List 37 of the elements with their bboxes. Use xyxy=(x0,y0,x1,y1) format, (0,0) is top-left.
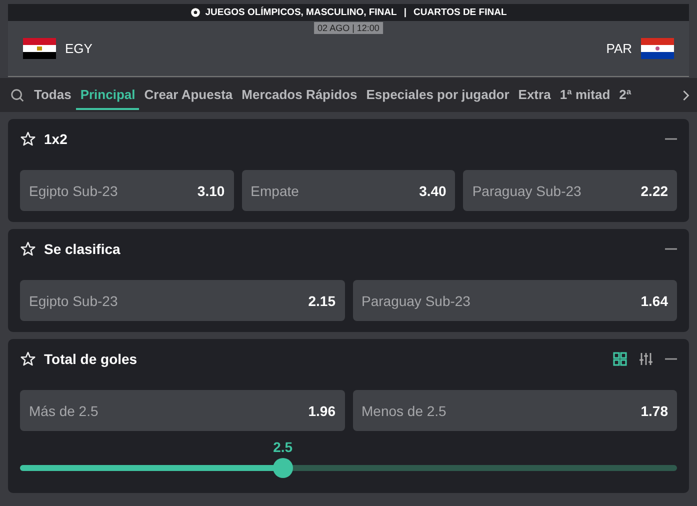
market-tab[interactable]: Crear Apuesta xyxy=(140,80,237,110)
star-icon[interactable] xyxy=(20,350,36,366)
slider-handle[interactable] xyxy=(272,458,293,478)
home-team: EGY xyxy=(65,41,92,56)
market-tab[interactable]: Principal xyxy=(76,80,140,110)
odds-button[interactable]: Paraguay Sub-23 2.22 xyxy=(463,170,678,211)
odds-button[interactable]: Menos de 2.5 1.78 xyxy=(352,390,677,431)
flag-icon xyxy=(23,38,56,59)
odds-button[interactable]: Egipto Sub-23 2.15 xyxy=(20,280,344,321)
flag-icon xyxy=(641,38,674,59)
market-tab[interactable]: Todas xyxy=(30,80,76,110)
match-datetime: 02 AGO | 12:00 xyxy=(314,22,384,34)
market-tab[interactable]: Especiales por jugador xyxy=(362,80,514,110)
market-title: Se clasifica xyxy=(44,240,122,256)
soccer-ball-icon xyxy=(190,7,202,18)
odds-button[interactable]: Más de 2.5 1.96 xyxy=(20,390,344,431)
market-tab[interactable]: Mercados Rápidos xyxy=(238,80,362,110)
slider-value: 2.5 xyxy=(273,439,293,455)
star-icon[interactable] xyxy=(20,130,36,146)
search-icon[interactable] xyxy=(10,88,25,102)
line-slider[interactable] xyxy=(20,458,677,478)
market-title: Total de goles xyxy=(44,350,138,366)
market-tab[interactable]: 2ª xyxy=(615,80,636,110)
competition-title: JUEGOS OLÍMPICOS, MASCULINO, FINAL xyxy=(205,7,397,18)
stage-title: CUARTOS DE FINAL xyxy=(414,7,507,18)
market-title: 1x2 xyxy=(44,130,68,146)
separator: | xyxy=(404,7,406,18)
grid-icon[interactable] xyxy=(613,352,627,366)
odds-button[interactable]: Paraguay Sub-23 1.64 xyxy=(352,280,677,321)
chevron-right-icon[interactable] xyxy=(681,88,690,102)
star-icon[interactable] xyxy=(20,240,36,256)
odds-button[interactable]: Empate 3.40 xyxy=(242,170,456,211)
market-tab[interactable]: 1ª mitad xyxy=(556,80,614,110)
sliders-icon[interactable] xyxy=(639,352,653,366)
market-tab[interactable]: Extra xyxy=(514,80,555,110)
away-team: PAR xyxy=(606,41,632,56)
odds-button[interactable]: Egipto Sub-23 3.10 xyxy=(20,170,234,211)
